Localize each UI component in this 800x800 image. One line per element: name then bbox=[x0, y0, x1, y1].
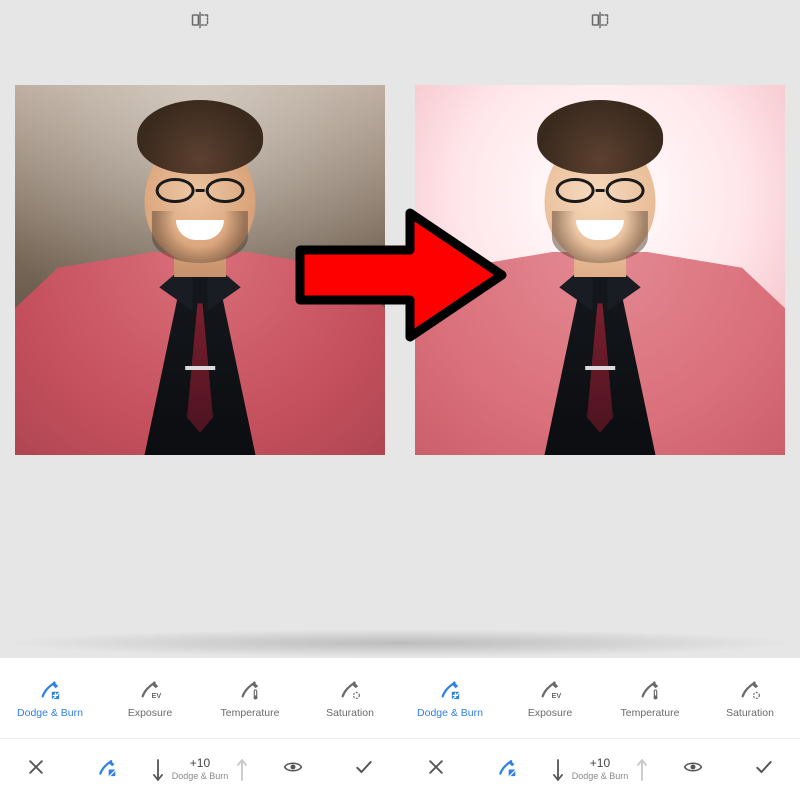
compare-icon[interactable] bbox=[590, 10, 610, 30]
tab-exposure[interactable]: EV Exposure bbox=[500, 658, 600, 738]
cancel-button[interactable] bbox=[0, 739, 71, 800]
tab-label: Exposure bbox=[128, 707, 172, 719]
brush-exposure-icon: EV bbox=[138, 677, 162, 701]
increase-button[interactable] bbox=[234, 756, 250, 784]
stepper-label: Dodge & Burn bbox=[172, 771, 229, 781]
compare-icon[interactable] bbox=[190, 10, 210, 30]
value-stepper: +10 Dodge & Burn bbox=[543, 756, 657, 784]
close-icon bbox=[26, 757, 46, 782]
tab-label: Saturation bbox=[326, 707, 374, 719]
stepper-value: +10 bbox=[590, 757, 610, 771]
tab-label: Dodge & Burn bbox=[417, 707, 483, 719]
preview-button[interactable] bbox=[257, 739, 328, 800]
tab-exposure[interactable]: EV Exposure bbox=[100, 658, 200, 738]
tab-dodge-burn[interactable]: Dodge & Burn bbox=[0, 658, 100, 738]
brush-temperature-icon bbox=[238, 677, 262, 701]
tab-dodge-burn[interactable]: Dodge & Burn bbox=[400, 658, 500, 738]
brush-temperature-icon bbox=[638, 677, 662, 701]
cancel-button[interactable] bbox=[400, 739, 471, 800]
tool-tabs-row: Dodge & Burn EV Exposure bbox=[0, 658, 800, 738]
transition-arrow-icon bbox=[290, 195, 510, 355]
brush-exposure-icon: EV bbox=[538, 677, 562, 701]
tab-label: Temperature bbox=[221, 707, 280, 719]
brush-dodge-burn-icon bbox=[38, 677, 62, 701]
top-bar bbox=[0, 0, 800, 40]
brush-tool-button[interactable] bbox=[471, 739, 542, 800]
close-icon bbox=[426, 757, 446, 782]
tab-temperature[interactable]: Temperature bbox=[600, 658, 700, 738]
action-row: +10 Dodge & Burn bbox=[0, 738, 800, 800]
eye-icon bbox=[683, 757, 703, 782]
tab-temperature[interactable]: Temperature bbox=[200, 658, 300, 738]
apply-button[interactable] bbox=[729, 739, 800, 800]
stepper-value: +10 bbox=[190, 757, 210, 771]
decrease-button[interactable] bbox=[550, 756, 566, 784]
tab-label: Saturation bbox=[726, 707, 774, 719]
brush-icon bbox=[497, 757, 517, 782]
tab-label: Temperature bbox=[621, 707, 680, 719]
preview-button[interactable] bbox=[657, 739, 728, 800]
tab-label: Dodge & Burn bbox=[17, 707, 83, 719]
tab-saturation[interactable]: Saturation bbox=[700, 658, 800, 738]
brush-saturation-icon bbox=[338, 677, 362, 701]
brush-tool-button[interactable] bbox=[71, 739, 142, 800]
svg-text:EV: EV bbox=[552, 691, 561, 700]
stepper-label: Dodge & Burn bbox=[572, 771, 629, 781]
comparison-area bbox=[0, 40, 800, 540]
brush-dodge-burn-icon bbox=[438, 677, 462, 701]
eye-icon bbox=[283, 757, 303, 782]
check-icon bbox=[354, 757, 374, 782]
svg-text:EV: EV bbox=[152, 691, 161, 700]
increase-button[interactable] bbox=[634, 756, 650, 784]
decrease-button[interactable] bbox=[150, 756, 166, 784]
check-icon bbox=[754, 757, 774, 782]
brush-saturation-icon bbox=[738, 677, 762, 701]
value-stepper: +10 Dodge & Burn bbox=[143, 756, 257, 784]
tab-saturation[interactable]: Saturation bbox=[300, 658, 400, 738]
apply-button[interactable] bbox=[329, 739, 400, 800]
tab-label: Exposure bbox=[528, 707, 572, 719]
brush-icon bbox=[97, 757, 117, 782]
